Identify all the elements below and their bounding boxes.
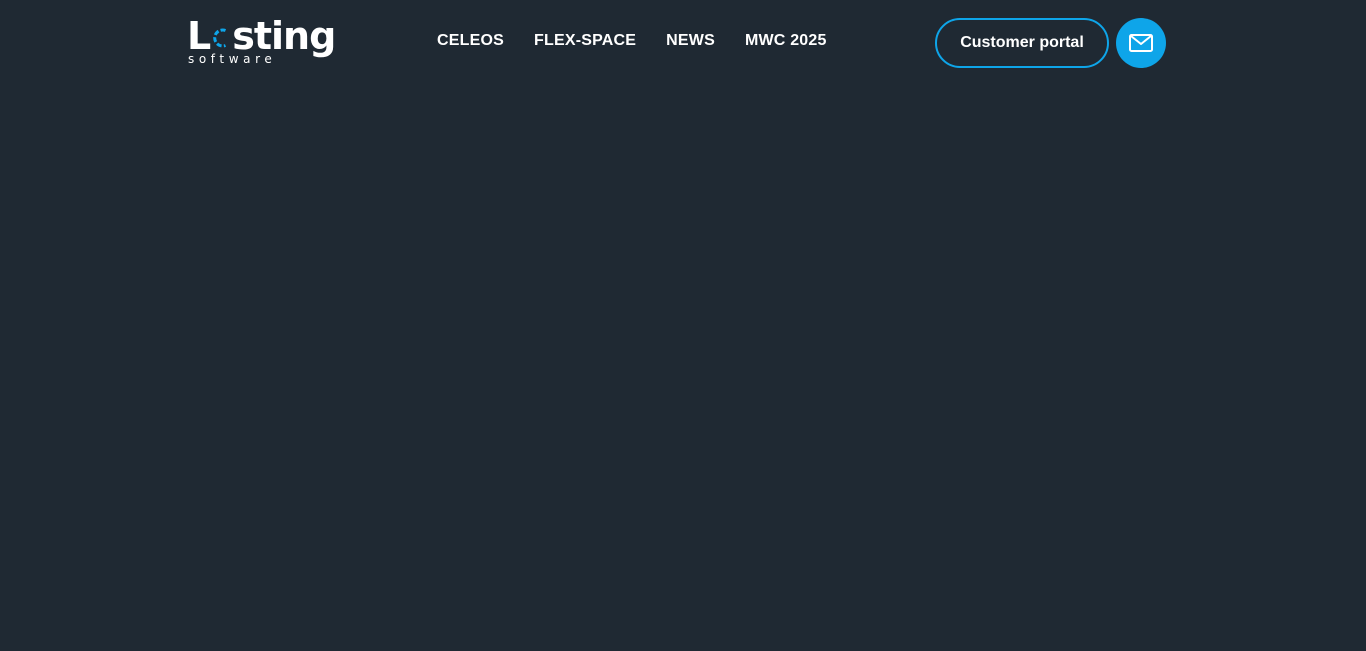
main-nav: CELEOS FLEX-SPACE NEWS MWC 2025 <box>437 31 827 51</box>
mail-icon <box>1129 34 1153 52</box>
logo-ring-icon <box>211 16 231 48</box>
logo-wordmark: L sting <box>187 16 336 56</box>
page-scrollbar[interactable] <box>1354 0 1366 651</box>
nav-item-mwc-2025[interactable]: MWC 2025 <box>745 31 827 51</box>
site-header: L sting software CELEOS FLEX-SPACE NEWS … <box>0 0 1354 86</box>
contact-mail-button[interactable] <box>1116 18 1166 68</box>
nav-item-celeos[interactable]: CELEOS <box>437 31 504 51</box>
brand-logo[interactable]: L sting software <box>187 16 336 68</box>
hero-area <box>0 86 1354 651</box>
nav-item-flex-space[interactable]: FLEX-SPACE <box>534 31 636 51</box>
nav-item-news[interactable]: NEWS <box>666 31 715 51</box>
logo-tagline: software <box>188 52 277 66</box>
page: L sting software CELEOS FLEX-SPACE NEWS … <box>0 0 1366 651</box>
customer-portal-button[interactable]: Customer portal <box>935 18 1109 68</box>
